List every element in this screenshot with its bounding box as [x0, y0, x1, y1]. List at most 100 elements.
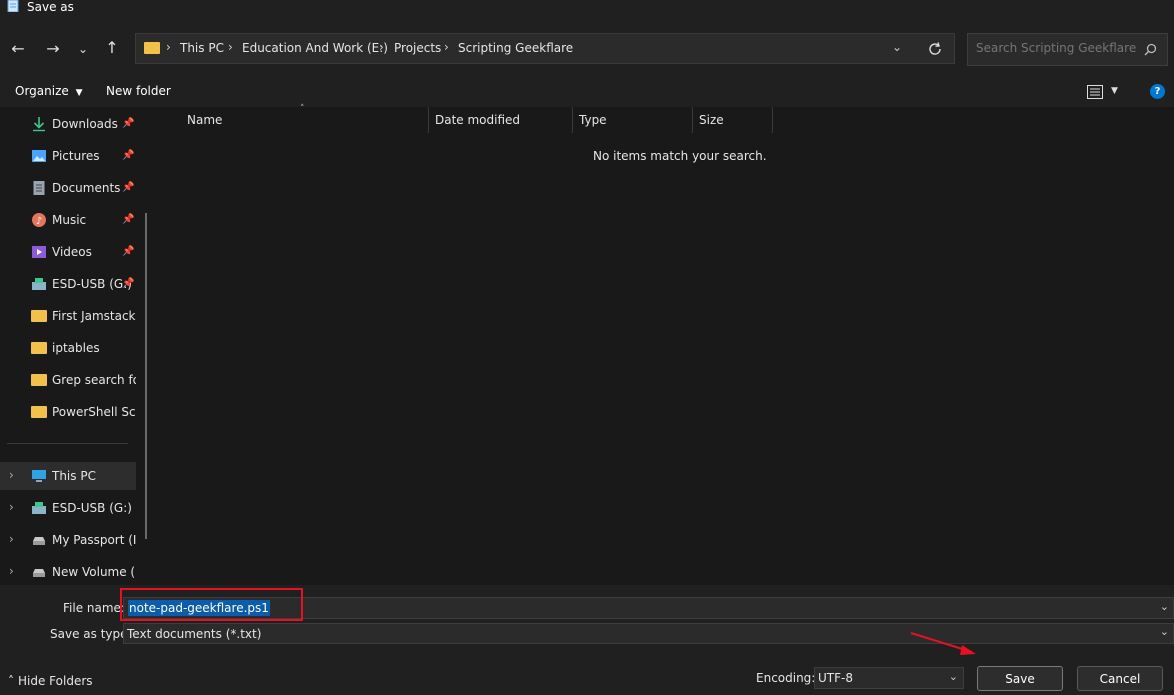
- expand-chevron-icon[interactable]: ›: [9, 564, 14, 578]
- recent-locations-chevron-icon[interactable]: ⌄: [70, 36, 96, 62]
- sidebar-item-pictures[interactable]: Pictures 📌: [0, 142, 140, 170]
- pictures-icon: [32, 150, 46, 162]
- drive-icon: [33, 537, 45, 545]
- svg-text:♪: ♪: [36, 216, 42, 227]
- search-box[interactable]: [967, 33, 1168, 66]
- pin-icon[interactable]: 📌: [122, 118, 134, 129]
- encoding-select[interactable]: UTF-8 ⌄: [814, 667, 964, 689]
- column-header-name[interactable]: Name: [187, 113, 222, 127]
- sidebar-item-label: Grep search for: [52, 373, 136, 387]
- sidebar-divider: [7, 443, 128, 444]
- sidebar-item-label: iptables: [52, 341, 100, 355]
- expand-chevron-icon[interactable]: ›: [9, 532, 14, 546]
- save-as-type-label: Save as type:: [50, 627, 132, 641]
- command-toolbar: [0, 77, 1174, 107]
- folder-icon: [31, 406, 47, 418]
- sidebar-item-this-pc[interactable]: › This PC: [0, 462, 136, 490]
- notepad-icon: [7, 0, 19, 12]
- pin-icon[interactable]: 📌: [122, 150, 134, 161]
- column-separator[interactable]: [428, 107, 429, 133]
- sidebar-item-label: First Jamstack w: [52, 309, 136, 323]
- address-bar[interactable]: › This PC › Education And Work (E:) › Pr…: [135, 33, 955, 64]
- column-header-date-modified[interactable]: Date modified: [435, 113, 520, 127]
- sidebar-item-label: PowerShell Scrip: [52, 405, 136, 419]
- pin-icon[interactable]: 📌: [122, 246, 134, 257]
- save-as-type-select[interactable]: Text documents (*.txt) ⌄: [123, 623, 1174, 644]
- sidebar-item-powershell-scripts[interactable]: PowerShell Scrip: [0, 398, 140, 426]
- sidebar-item-music[interactable]: ♪ Music 📌: [0, 206, 140, 234]
- music-icon: ♪: [32, 213, 46, 227]
- view-options-icon[interactable]: [1087, 85, 1103, 99]
- sidebar-item-grep-search[interactable]: Grep search for: [0, 366, 140, 394]
- sidebar-item-label: ESD-USB (G:): [52, 501, 132, 515]
- encoding-label: Encoding:: [756, 671, 816, 685]
- breadcrumb-this-pc[interactable]: This PC: [180, 41, 224, 55]
- encoding-chevron-icon[interactable]: ⌄: [949, 670, 958, 683]
- column-separator[interactable]: [772, 107, 773, 133]
- breadcrumb-separator-icon: ›: [379, 40, 384, 54]
- videos-icon: [32, 246, 46, 258]
- expand-chevron-icon[interactable]: ›: [9, 500, 14, 514]
- sort-ascending-icon: ˄: [300, 104, 305, 114]
- sidebar-item-label: This PC: [52, 469, 96, 483]
- file-name-dropdown-chevron-icon[interactable]: ⌄: [1160, 600, 1169, 613]
- organize-button[interactable]: Organize ▼: [15, 84, 83, 98]
- breadcrumb-drive[interactable]: Education And Work (E:): [242, 41, 388, 55]
- save-as-type-chevron-icon[interactable]: ⌄: [1160, 625, 1169, 638]
- sidebar-item-esd-usb-drive[interactable]: › ESD-USB (G:): [0, 494, 140, 522]
- sidebar-item-esd-usb[interactable]: ESD-USB (G:) 📌: [0, 270, 140, 298]
- column-header-type[interactable]: Type: [579, 113, 607, 127]
- refresh-icon[interactable]: [927, 41, 943, 57]
- sidebar-item-label: My Passport (I:): [52, 533, 136, 547]
- sidebar-item-my-passport[interactable]: › My Passport (I:): [0, 526, 140, 554]
- column-separator[interactable]: [692, 107, 693, 133]
- sidebar-item-videos[interactable]: Videos 📌: [0, 238, 140, 266]
- sidebar-item-first-jamstack[interactable]: First Jamstack w: [0, 302, 140, 330]
- breadcrumb-current-folder[interactable]: Scripting Geekflare: [458, 41, 573, 55]
- sidebar-item-new-volume[interactable]: › New Volume (H:: [0, 558, 140, 586]
- help-icon[interactable]: ?: [1150, 84, 1165, 99]
- folder-icon: [144, 42, 160, 54]
- caret-up-icon: ˄: [8, 674, 14, 688]
- column-separator[interactable]: [572, 107, 573, 133]
- hide-folders-button[interactable]: ˄ Hide Folders: [8, 674, 93, 688]
- navigation-pane: Downloads 📌 Pictures 📌 Documents 📌 ♪ Mus…: [0, 107, 155, 585]
- documents-icon: [33, 181, 45, 195]
- drive-icon: [33, 569, 45, 577]
- view-dropdown-caret-icon[interactable]: ▼: [1111, 86, 1118, 96]
- breadcrumb-separator-icon: ›: [228, 40, 233, 54]
- title-bar: Save as: [0, 0, 1174, 22]
- folder-icon: [31, 310, 47, 322]
- pin-icon[interactable]: 📌: [122, 278, 134, 289]
- download-icon: [33, 117, 45, 132]
- pin-icon[interactable]: 📌: [122, 182, 134, 193]
- back-arrow-icon[interactable]: ←: [5, 36, 31, 62]
- search-input[interactable]: [974, 40, 1138, 56]
- encoding-value: UTF-8: [818, 671, 853, 685]
- cancel-button[interactable]: Cancel: [1077, 666, 1163, 691]
- pin-icon[interactable]: 📌: [122, 214, 134, 225]
- sidebar-scrollbar[interactable]: [145, 213, 147, 539]
- sidebar-item-downloads[interactable]: Downloads 📌: [0, 110, 140, 138]
- expand-chevron-icon[interactable]: ›: [9, 468, 14, 482]
- breadcrumb-projects[interactable]: Projects: [394, 41, 441, 55]
- forward-arrow-icon[interactable]: →: [40, 36, 66, 62]
- up-arrow-icon[interactable]: ↑: [99, 35, 125, 61]
- arrow-annotation: [910, 632, 976, 655]
- breadcrumb-separator-icon: ›: [444, 40, 449, 54]
- file-name-label: File name:: [63, 601, 125, 615]
- sidebar-item-iptables[interactable]: iptables: [0, 334, 140, 362]
- sidebar-item-label: New Volume (H:: [52, 565, 136, 579]
- breadcrumb-separator-icon: ›: [166, 40, 171, 54]
- sidebar-item-documents[interactable]: Documents 📌: [0, 174, 140, 202]
- new-folder-button[interactable]: New folder: [106, 84, 171, 98]
- address-dropdown-chevron-icon[interactable]: ⌄: [892, 40, 902, 54]
- save-button[interactable]: Save: [977, 666, 1063, 691]
- column-header-size[interactable]: Size: [699, 113, 724, 127]
- window-title: Save as: [27, 0, 74, 14]
- hide-folders-label: Hide Folders: [18, 674, 93, 688]
- folder-icon: [31, 374, 47, 386]
- usb-drive-icon: [32, 278, 46, 290]
- save-as-type-value: Text documents (*.txt): [127, 627, 262, 641]
- empty-message: No items match your search.: [593, 149, 767, 163]
